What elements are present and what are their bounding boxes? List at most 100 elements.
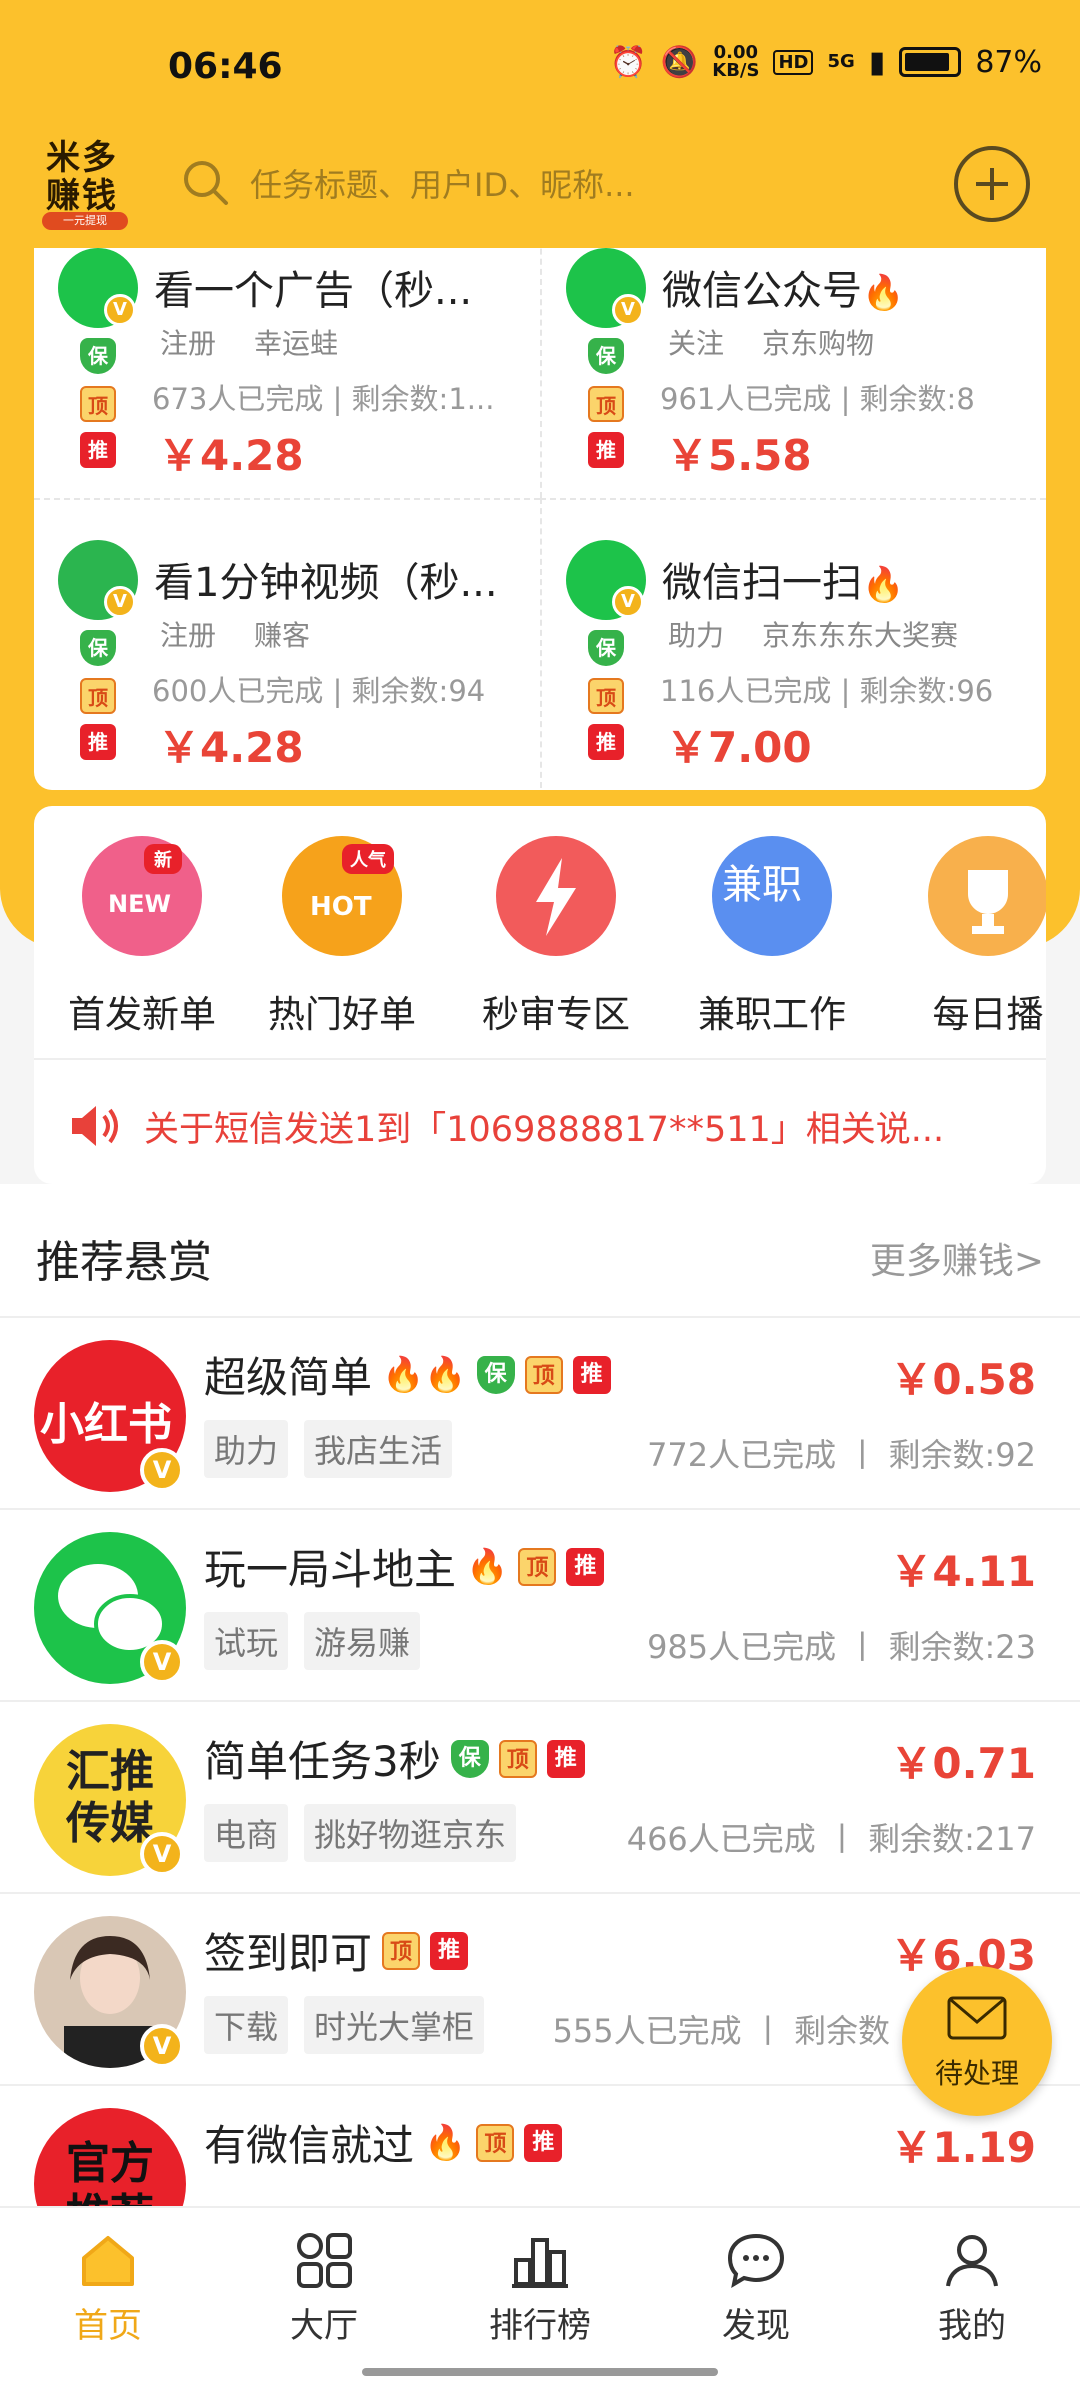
search-input[interactable]: 任务标题、用户ID、昵称... — [250, 160, 635, 206]
task-stats: 116人已完成 | 剩余数:96 — [660, 674, 994, 708]
mute-icon: 🔕 — [660, 44, 699, 80]
task-stats: 985人已完成 丨 剩余数:23 — [647, 1628, 1036, 1666]
task-title: 微信公众号🔥 — [662, 268, 905, 314]
new-icon: NEW 新 — [82, 836, 202, 956]
chat-icon — [727, 2233, 785, 2289]
more-link[interactable]: 更多赚钱> — [870, 1232, 1044, 1284]
home-icon — [82, 2236, 134, 2286]
task-title: 超级简单 🔥🔥 保 顶 推 — [204, 1344, 611, 1405]
task-title: 微信扫一扫🔥 — [662, 560, 905, 606]
fire-icon: 🔥 — [862, 565, 905, 605]
verified-badge: V — [140, 2024, 184, 2068]
verified-badge: V — [612, 586, 644, 618]
task-title: 看1分钟视频（秒... — [154, 560, 498, 606]
status-bar: 06:46 ⏰ 🔕 0.00 KB/S HD 5G ▮ 87% — [0, 40, 1080, 104]
section-title: 推荐悬赏 — [36, 1237, 212, 1288]
status-icons: ⏰ 🔕 0.00 KB/S HD 5G ▮ 87% — [610, 44, 1042, 80]
mail-icon — [947, 1996, 1007, 2040]
task-tags: 关注 京东购物 — [668, 327, 875, 360]
top-badge: 顶 — [80, 386, 116, 422]
recommend-badge: 推 — [430, 1931, 469, 1970]
guarantee-badge: 保 — [588, 338, 624, 374]
app-logo[interactable]: 米多 赚钱 一元提现 — [36, 128, 134, 236]
list-item[interactable]: V 玩一局斗地主 🔥 顶 推 ￥4.11 试玩 游易赚 985人已完成 丨 剩余数:… — [0, 1508, 1080, 1700]
divider — [34, 1058, 1046, 1060]
guarantee-badge: 保 — [80, 338, 116, 374]
fire-icon: 🔥 — [466, 1546, 509, 1587]
list-item[interactable]: 官方推荐 有微信就过🔥 顶 推 ￥1.19 — [0, 2084, 1080, 2206]
search-bar[interactable]: 任务标题、用户ID、昵称... — [180, 150, 880, 216]
nav-hall[interactable]: 大厅 — [254, 2228, 394, 2347]
verified-badge: V — [140, 1448, 184, 1492]
category-part-time[interactable]: 兼职 兼职工作 — [682, 836, 862, 1038]
task-title: 玩一局斗地主 🔥 顶 推 — [204, 1536, 605, 1597]
task-price: ￥4.28 — [158, 431, 304, 480]
task-price: ￥0.71 — [890, 1739, 1036, 1788]
fire-icon: 🔥 — [424, 2122, 467, 2163]
verified-badge: V — [104, 294, 136, 326]
task-title: 简单任务3秒 保 顶 推 — [204, 1728, 585, 1789]
battery-icon — [899, 47, 962, 77]
notice-text: 关于短信发送1到「1069888817**511」相关说... — [144, 1109, 945, 1150]
nav-discover[interactable]: 发现 — [686, 2228, 826, 2347]
nav-home[interactable]: 首页 — [38, 2228, 178, 2347]
top-badge: 顶 — [588, 386, 624, 422]
guarantee-badge: 保 — [80, 630, 116, 666]
signal-icon: 5G — [827, 51, 855, 72]
recommend-badge: 推 — [524, 2123, 563, 2162]
top-badge: 顶 — [518, 1547, 557, 1586]
guarantee-badge: 保 — [450, 1739, 489, 1778]
task-tags: 电商 挑好物逛京东 — [204, 1804, 517, 1862]
task-title: 签到即可 顶 推 — [204, 1920, 469, 1981]
task-tags: 注册 幸运蛙 — [160, 327, 339, 360]
task-stats: 673人已完成 | 剩余数:1... — [152, 382, 495, 416]
category-card: NEW 新 首发新单 HOT 人气 热门好单 秒审专区 兼职 兼职工作 每日播 … — [34, 806, 1046, 1184]
top-badge: 顶 — [524, 1355, 563, 1394]
task-tags: 下载 时光大掌柜 — [204, 1996, 485, 2054]
job-icon: 兼职 — [712, 836, 832, 956]
signal-bars-icon: ▮ — [868, 44, 886, 80]
task-stats: 600人已完成 | 剩余数:94 — [152, 674, 486, 708]
add-task-button[interactable] — [954, 146, 1030, 222]
verified-badge: V — [104, 586, 136, 618]
task-price: ￥4.11 — [890, 1547, 1036, 1596]
task-price: ￥5.58 — [666, 431, 812, 480]
top-badge: 顶 — [588, 678, 624, 714]
task-price: ￥4.28 — [158, 723, 304, 772]
alarm-icon: ⏰ — [609, 44, 647, 80]
category-new[interactable]: NEW 新 首发新单 — [52, 836, 232, 1038]
category-fast-review[interactable]: 秒审专区 — [466, 836, 646, 1038]
top-badge: 顶 — [80, 678, 116, 714]
list-item[interactable]: 汇推传媒 V 简单任务3秒 保 顶 推 ￥0.71 电商 挑好物逛京东 466人已… — [0, 1700, 1080, 1892]
task-tags: 助力 京东东东大奖赛 — [668, 619, 959, 652]
top-badge: 顶 — [498, 1739, 537, 1778]
top-badge: 顶 — [476, 2123, 515, 2162]
lightning-icon — [496, 836, 616, 956]
nav-profile[interactable]: 我的 — [902, 2228, 1042, 2347]
guarantee-badge: 保 — [476, 1355, 515, 1394]
category-daily[interactable]: 每日播 — [898, 836, 1046, 1038]
fire-icon: 🔥 — [862, 273, 905, 313]
hd-indicator: HD — [773, 49, 814, 75]
search-icon — [184, 161, 228, 205]
grid-task[interactable]: V 保 顶 推 微信扫一扫🔥 助力 京东东东大奖赛 116人已完成 | 剩余数:9… — [540, 498, 1046, 788]
category-hot[interactable]: HOT 人气 热门好单 — [252, 836, 432, 1038]
grid-task[interactable]: V 保 顶 推 看一个广告（秒... 注册 幸运蛙 673人已完成 | 剩余数:1… — [34, 248, 540, 498]
grid-task[interactable]: V 保 顶 推 微信公众号🔥 关注 京东购物 961人已完成 | 剩余数:8 ￥5… — [540, 248, 1046, 498]
task-price: ￥1.19 — [890, 2123, 1036, 2172]
nav-ranking[interactable]: 排行榜 — [470, 2228, 610, 2347]
grid-task[interactable]: V 保 顶 推 看1分钟视频（秒... 注册 赚客 600人已完成 | 剩余数:9… — [34, 498, 540, 788]
task-title: 有微信就过 🔥 顶 推 — [204, 2112, 563, 2173]
net-speed: 0.00 KB/S — [712, 42, 760, 81]
list-item[interactable]: 小红书 V 超级简单 🔥🔥 保 顶 推 ￥0.58 助力 我店生活 772人已完成 … — [0, 1316, 1080, 1508]
verified-badge: V — [140, 1640, 184, 1684]
recommend-badge: 推 — [546, 1739, 585, 1778]
pending-button[interactable]: 待处理 — [902, 1966, 1052, 2116]
notice-bar[interactable]: 关于短信发送1到「1069888817**511」相关说... — [68, 1096, 1028, 1156]
task-tags: 试玩 游易赚 — [204, 1612, 421, 1670]
task-stats: 772人已完成 丨 剩余数:92 — [647, 1436, 1036, 1474]
recommend-header: 推荐悬赏 更多赚钱> — [0, 1184, 1080, 1316]
task-stats: 961人已完成 | 剩余数:8 — [660, 382, 975, 416]
task-price: ￥7.00 — [666, 723, 812, 772]
task-grid: V 保 顶 推 看一个广告（秒... 注册 幸运蛙 673人已完成 | 剩余数:1… — [34, 248, 1046, 790]
